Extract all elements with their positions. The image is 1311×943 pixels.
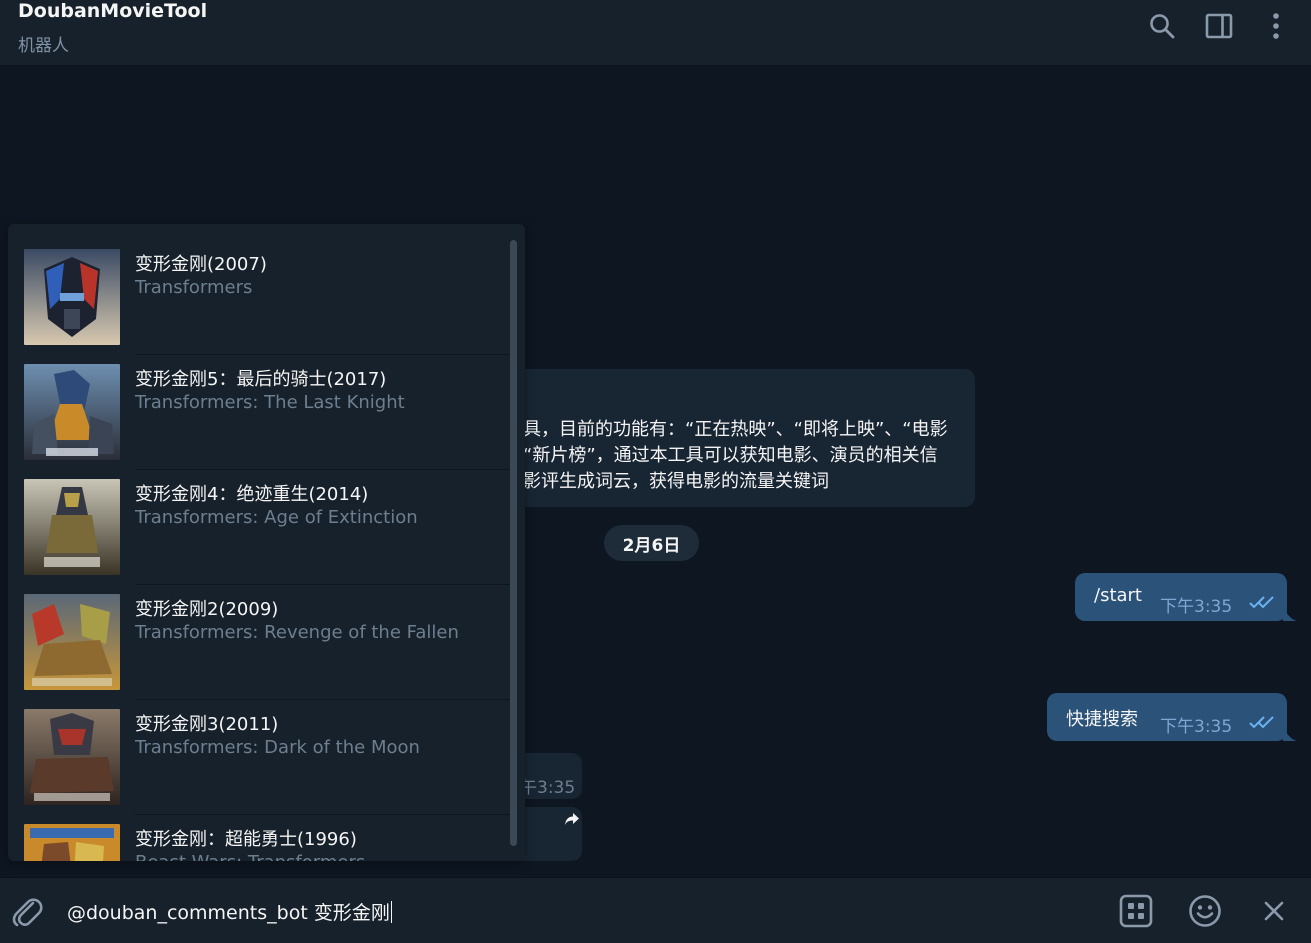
message-input[interactable]: @douban_comments_bot 变形金刚	[67, 898, 392, 925]
result-title: 变形金刚4：绝迹重生(2014)	[135, 484, 369, 505]
result-item[interactable]: 变形金刚2(2009) Transformers: Revenge of the…	[8, 569, 513, 700]
inline-results-panel[interactable]: 变形金刚(2007) Transformers 变形金刚5：最后的骑士(2017…	[8, 224, 525, 861]
result-subtitle: Transformers: Dark of the Moon	[135, 737, 420, 758]
emoji-icon	[1189, 895, 1221, 927]
double-check-icon	[1249, 716, 1274, 729]
bubble-tail	[1283, 607, 1297, 621]
intro-line: “新片榜”，通过本工具可以获知电影、演员的相关信	[523, 445, 938, 466]
result-item[interactable]: 变形金刚(2007) Transformers	[8, 224, 513, 355]
bubble-tail	[1283, 727, 1297, 741]
result-subtitle: Beast Wars: Transformers	[135, 852, 365, 861]
paperclip-icon	[12, 898, 43, 927]
chat-subtitle: 机器人	[18, 36, 69, 56]
results-scrollbar[interactable]	[510, 240, 517, 846]
cancel-inline-button[interactable]	[1254, 891, 1294, 931]
sidebar-toggle-icon	[1205, 13, 1233, 39]
chat-title[interactable]: DoubanMovieTool	[18, 0, 207, 22]
search-button[interactable]	[1145, 9, 1179, 43]
date-separator: 2月6日	[604, 525, 699, 561]
result-item[interactable]: 变形金刚5：最后的骑士(2017) Transformers: The Last…	[8, 339, 513, 470]
chat-header: DoubanMovieTool 机器人	[0, 0, 1311, 66]
message-input-text: @douban_comments_bot 变形金刚	[67, 902, 390, 924]
bot-commands-button[interactable]	[1116, 891, 1156, 931]
result-subtitle: Transformers: Age of Extinction	[135, 507, 418, 528]
message-time: 午3:35	[520, 778, 576, 798]
attach-button[interactable]	[7, 891, 47, 931]
result-subtitle: Transformers: The Last Knight	[135, 392, 405, 413]
result-title: 变形金刚5：最后的骑士(2017)	[135, 369, 387, 390]
movie-poster	[24, 249, 120, 345]
movie-poster	[24, 709, 120, 805]
message-text: /start	[1094, 585, 1142, 606]
result-title: 变形金刚：超能勇士(1996)	[135, 829, 357, 850]
message-time: 下午3:35	[1160, 717, 1233, 737]
double-check-icon	[1249, 596, 1274, 609]
result-title: 变形金刚2(2009)	[135, 599, 279, 620]
message-text: 快捷搜索	[1066, 709, 1138, 730]
compose-bar: @douban_comments_bot 变形金刚	[0, 877, 1311, 943]
intro-line: 具，目前的功能有：“正在热映”、“即将上映”、“电影	[523, 419, 948, 440]
search-icon	[1150, 14, 1175, 39]
movie-poster	[24, 479, 120, 575]
scrollbar-thumb[interactable]	[510, 240, 517, 846]
intro-line: 影评生成词云，获得电影的流量关键词	[523, 471, 829, 492]
result-item[interactable]: 变形金刚4：绝迹重生(2014) Transformers: Age of Ex…	[8, 454, 513, 585]
more-vertical-icon	[1273, 13, 1279, 39]
more-menu-button[interactable]	[1259, 9, 1293, 43]
outgoing-message[interactable]: 快捷搜索 下午3:35	[1047, 693, 1287, 741]
close-icon	[1264, 901, 1284, 921]
movie-poster	[24, 824, 120, 861]
emoji-button[interactable]	[1185, 891, 1225, 931]
sidebar-toggle-button[interactable]	[1202, 9, 1236, 43]
result-title: 变形金刚(2007)	[135, 254, 267, 275]
movie-poster	[24, 364, 120, 460]
result-title: 变形金刚3(2011)	[135, 714, 279, 735]
outgoing-message[interactable]: /start 下午3:35	[1075, 573, 1287, 621]
message-time: 下午3:35	[1160, 597, 1233, 617]
result-item[interactable]: 变形金刚：超能勇士(1996) Beast Wars: Transformers	[8, 799, 513, 861]
result-subtitle: Transformers	[135, 277, 253, 298]
text-caret	[390, 901, 392, 923]
result-item[interactable]: 变形金刚3(2011) Transformers: Dark of the Mo…	[8, 684, 513, 815]
forward-icon[interactable]	[564, 812, 580, 826]
movie-poster	[24, 594, 120, 690]
bot-keyboard-icon	[1119, 894, 1153, 928]
telegram-chat-window: DoubanMovieTool 机器人 具，目前的功能有：“正在热映”、“即将上…	[0, 0, 1311, 943]
intro-text: 具，目前的功能有：“正在热映”、“即将上映”、“电影 “新片榜”，通过本工具可以…	[523, 417, 948, 495]
result-subtitle: Transformers: Revenge of the Fallen	[135, 622, 459, 643]
